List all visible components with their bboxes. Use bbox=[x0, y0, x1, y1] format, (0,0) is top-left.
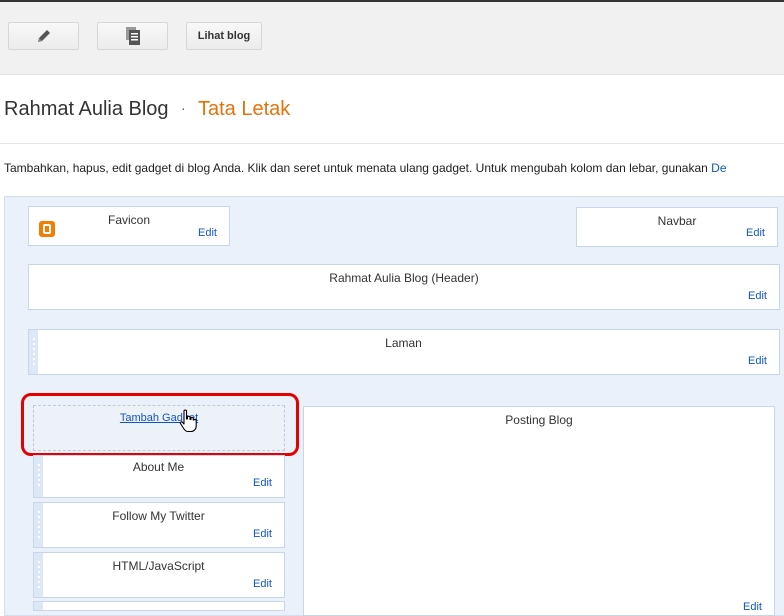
breadcrumb-separator: · bbox=[181, 100, 186, 116]
gadget-title: HTML/JavaScript bbox=[112, 559, 205, 573]
pages-button[interactable] bbox=[97, 22, 168, 50]
drag-handle[interactable] bbox=[33, 602, 43, 610]
gadget-title: Follow My Twitter bbox=[112, 509, 205, 523]
gadget-title: Navbar bbox=[657, 214, 697, 228]
highlight-box bbox=[21, 393, 299, 456]
follow-twitter-edit-link[interactable]: Edit bbox=[253, 528, 272, 540]
instructions-text: Tambahkan, hapus, edit gadget di blog An… bbox=[4, 161, 712, 175]
page-title: Tata Letak bbox=[198, 98, 291, 120]
hand-cursor-icon bbox=[179, 409, 197, 433]
gadget-title: About Me bbox=[132, 460, 185, 474]
gadget-pages[interactable]: Laman Edit bbox=[28, 329, 780, 375]
gadget-title: Rahmat Aulia Blog (Header) bbox=[329, 271, 479, 285]
gadget-blog-posts[interactable]: Posting Blog Edit bbox=[303, 406, 775, 616]
gadget-partial[interactable] bbox=[33, 601, 285, 611]
html-javascript-edit-link[interactable]: Edit bbox=[253, 578, 272, 590]
blog-posts-edit-link[interactable]: Edit bbox=[743, 601, 762, 613]
gadget-title: Posting Blog bbox=[505, 413, 573, 427]
blog-name[interactable]: Rahmat Aulia Blog bbox=[4, 98, 169, 121]
about-me-edit-link[interactable]: Edit bbox=[253, 477, 272, 489]
gadget-html-javascript[interactable]: HTML/JavaScript Edit bbox=[33, 552, 285, 598]
gadget-favicon[interactable]: Favicon Edit bbox=[28, 206, 230, 246]
gadget-header[interactable]: Rahmat Aulia Blog (Header) Edit bbox=[28, 264, 780, 310]
pages-edit-link[interactable]: Edit bbox=[748, 355, 767, 367]
pencil-icon bbox=[37, 30, 50, 42]
pages-icon bbox=[125, 27, 140, 45]
gadget-title: Favicon bbox=[107, 213, 151, 227]
navbar-edit-link[interactable]: Edit bbox=[746, 227, 765, 239]
favicon-edit-link[interactable]: Edit bbox=[198, 227, 217, 239]
gadget-title: Laman bbox=[385, 336, 422, 350]
gadget-follow-twitter[interactable]: Follow My Twitter Edit bbox=[33, 502, 285, 548]
toolbar: Lihat blog bbox=[0, 2, 784, 75]
design-link[interactable]: De bbox=[711, 161, 726, 175]
instructions: Tambahkan, hapus, edit gadget di blog An… bbox=[4, 161, 727, 175]
edit-post-button[interactable] bbox=[8, 22, 79, 50]
gadget-about-me[interactable]: About Me Edit bbox=[33, 455, 285, 498]
gadget-navbar[interactable]: Navbar Edit bbox=[576, 207, 778, 247]
view-blog-button[interactable]: Lihat blog bbox=[186, 22, 262, 50]
header-edit-link[interactable]: Edit bbox=[748, 290, 767, 302]
